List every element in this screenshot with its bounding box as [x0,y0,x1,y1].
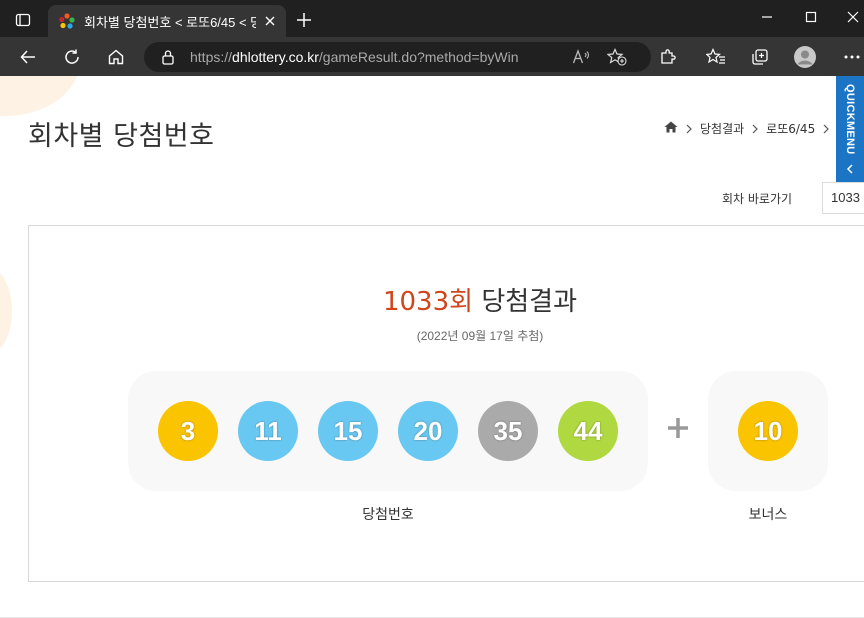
bonus-ball: 10 [738,401,798,461]
decorative-circle [0,76,80,116]
bonus-label: 보너스 [748,507,788,523]
address-bar[interactable]: https://dhlottery.co.kr/gameResult.do?me… [144,42,651,72]
url-host: dhlottery.co.kr [232,49,319,65]
breadcrumb-item-lotto[interactable]: 로또6/45 [766,120,815,137]
draw-date: (2022년 09월 17일 추첨) [416,329,544,343]
close-tab-icon[interactable] [262,13,278,29]
winning-ball: 3 [158,401,218,461]
page-title: 회차별 당첨번호 [28,121,215,152]
home-icon[interactable] [101,42,131,72]
lottery-favicon-icon [58,12,76,30]
winning-ball: 11 [238,401,298,461]
url-prefix: https:// [190,49,233,65]
more-menu-icon[interactable] [837,42,864,72]
page-content: 회차별 당첨번호 당첨결과 로또6/45 QUICKMENU 회차 바로가기 1… [0,76,864,618]
profile-avatar-icon[interactable] [790,42,820,72]
maximize-icon[interactable] [788,0,834,34]
minimize-icon[interactable] [744,0,790,34]
url-path: /gameResult.do?method=byWin [318,49,519,65]
winning-ball: 15 [318,401,378,461]
new-tab-icon[interactable] [292,8,316,32]
collections-icon[interactable] [745,42,775,72]
chevron-right-icon [678,124,700,134]
chevron-left-icon [846,159,854,178]
chevron-right-icon [744,124,766,134]
favorites-icon[interactable] [701,42,731,72]
tab-actions-icon[interactable] [8,8,38,32]
browser-tab[interactable]: 회차별 당첨번호 < 로또6/45 < 당 [48,5,286,37]
chevron-right-icon [815,124,837,134]
round-title: 1033회 당첨결과 [0,281,864,318]
quick-menu-label: QUICKMENU [844,84,856,155]
breadcrumb-item-result[interactable]: 당첨결과 [700,120,744,137]
read-aloud-icon[interactable] [570,46,592,68]
winning-ball: 44 [558,401,618,461]
winning-numbers-label: 당첨번호 [362,507,414,523]
plus-icon [666,416,690,440]
extensions-icon[interactable] [653,42,683,72]
browser-toolbar: https://dhlottery.co.kr/gameResult.do?me… [0,37,864,76]
close-window-icon[interactable] [830,0,864,34]
quick-menu-button[interactable]: QUICKMENU [836,76,864,182]
refresh-icon[interactable] [57,42,87,72]
round-number: 1033회 [382,287,474,317]
tab-title: 회차별 당첨번호 < 로또6/45 < 당 [84,14,256,30]
round-title-suffix: 당첨결과 [481,287,578,317]
url-text: https://dhlottery.co.kr/gameResult.do?me… [190,49,519,65]
round-goto-label: 회차 바로가기 [722,192,793,206]
home-icon[interactable] [664,121,678,136]
tab-bar: 회차별 당첨번호 < 로또6/45 < 당 [0,0,864,37]
breadcrumb: 당첨결과 로또6/45 [664,120,837,137]
back-icon[interactable] [13,42,43,72]
winning-ball: 35 [478,401,538,461]
round-select[interactable]: 1033 [822,182,864,214]
add-favorite-icon[interactable] [606,46,628,68]
winning-ball: 20 [398,401,458,461]
lock-icon[interactable] [160,49,176,65]
